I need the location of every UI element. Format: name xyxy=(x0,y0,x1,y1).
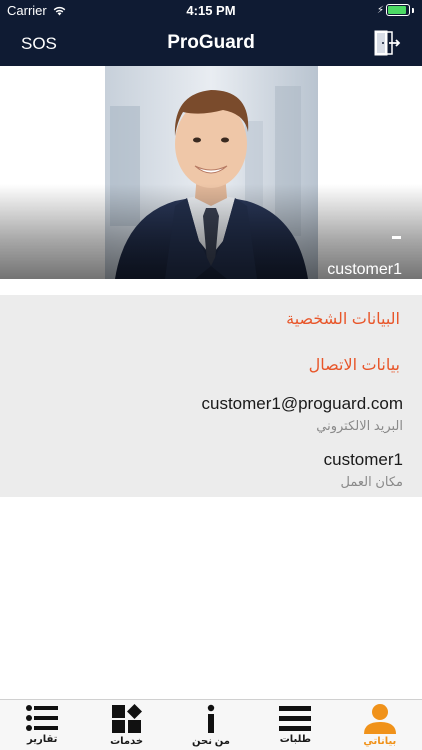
navigation-bar: SOS ProGuard xyxy=(0,22,422,66)
profile-dash xyxy=(392,236,401,239)
app-header: Carrier 4:15 PM ⚡ SOS ProGuard xyxy=(0,0,422,66)
contact-data-heading[interactable]: بيانات الاتصال xyxy=(309,355,400,375)
battery-icon xyxy=(386,4,410,16)
profile-name: customer1 xyxy=(327,261,402,278)
battery-indicator: ⚡ xyxy=(377,4,414,16)
tab-bar: تقارير خدمات من نحن طلبات بياناتي xyxy=(0,699,422,750)
services-grid-icon xyxy=(111,704,142,733)
app-title: ProGuard xyxy=(167,32,255,53)
tab-requests[interactable]: طلبات xyxy=(253,700,337,750)
status-time: 4:15 PM xyxy=(186,3,236,18)
tab-about-label: من نحن xyxy=(192,736,230,747)
workplace-label: مكان العمل xyxy=(340,474,403,489)
tab-requests-label: طلبات xyxy=(279,734,312,745)
charging-icon: ⚡ xyxy=(376,4,384,16)
status-bar: Carrier 4:15 PM ⚡ xyxy=(0,0,422,22)
tab-reports-label: تقارير xyxy=(26,734,58,745)
workplace-value: customer1 xyxy=(323,450,403,469)
tab-my-data[interactable]: بياناتي xyxy=(338,700,422,750)
list-icon xyxy=(26,705,59,731)
email-label: البريد الالكتروني xyxy=(316,418,403,433)
email-value: customer1@proguard.com xyxy=(201,394,403,413)
tab-my-data-label: بياناتي xyxy=(363,736,397,747)
battery-tip xyxy=(412,7,414,13)
tab-about[interactable]: من نحن xyxy=(169,700,253,750)
tab-reports[interactable]: تقارير xyxy=(0,700,84,750)
profile-hero: customer1 xyxy=(0,66,422,279)
person-icon xyxy=(363,704,396,734)
profile-info-panel: البيانات الشخصية بيانات الاتصال customer… xyxy=(0,295,422,497)
tab-services-label: خدمات xyxy=(110,736,144,747)
menu-bars-icon xyxy=(279,706,312,731)
info-icon xyxy=(207,704,215,733)
logout-door-icon[interactable] xyxy=(372,28,402,58)
personal-data-heading[interactable]: البيانات الشخصية xyxy=(286,309,400,329)
battery-level-fill xyxy=(388,6,406,14)
tab-services[interactable]: خدمات xyxy=(84,700,168,750)
